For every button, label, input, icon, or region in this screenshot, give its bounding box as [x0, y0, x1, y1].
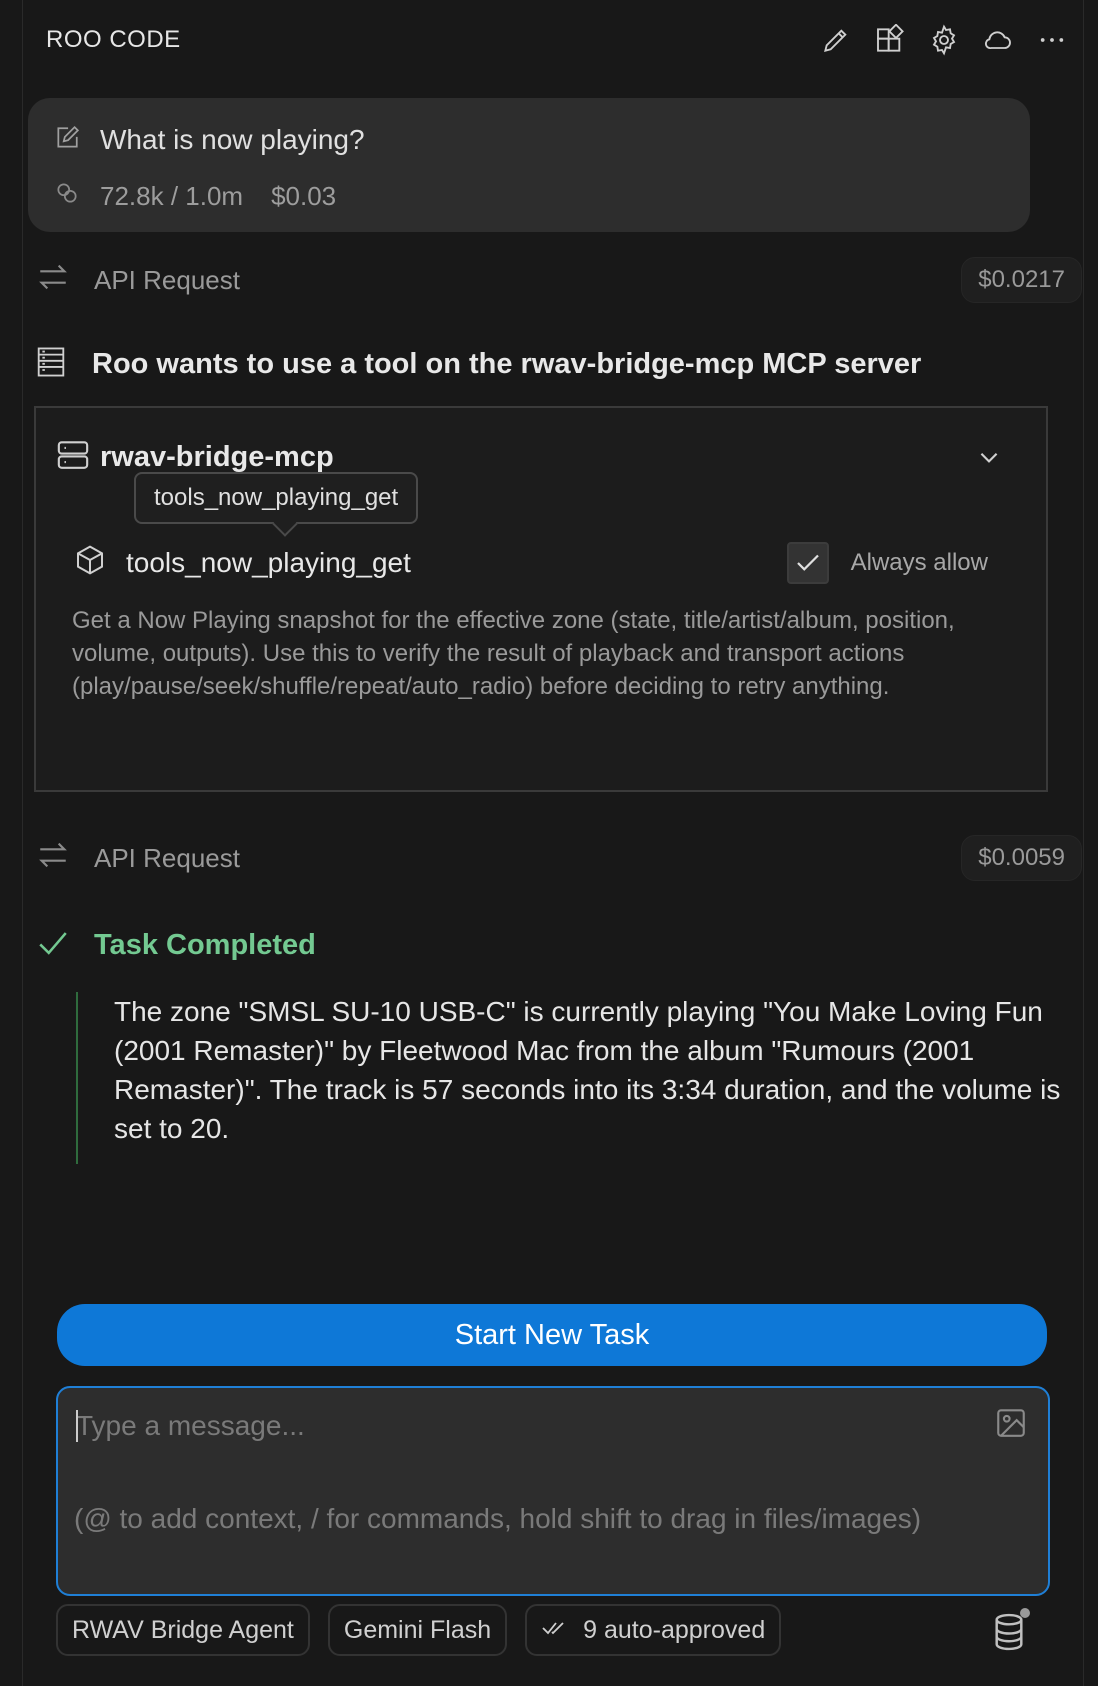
- api-request-row-2[interactable]: API Request $0.0059: [36, 834, 1082, 882]
- always-allow-checkbox[interactable]: [786, 542, 829, 584]
- check-icon: [36, 926, 70, 965]
- always-allow-toggle[interactable]: Always allow: [786, 542, 988, 584]
- always-allow-label: Always allow: [850, 549, 988, 576]
- task-meta-row: 72.8k / 1.0m $0.03: [54, 180, 336, 213]
- context-icon: [54, 180, 80, 213]
- tool-name-tooltip: tools_now_playing_get: [134, 472, 419, 524]
- pencil-icon[interactable]: [820, 24, 852, 56]
- task-title-row: What is now playing?: [54, 124, 365, 156]
- api-request-row-1[interactable]: API Request $0.0217: [36, 256, 1082, 304]
- api-request-cost: $0.0059: [961, 835, 1082, 881]
- cube-icon: [74, 544, 106, 581]
- task-completed-title: Task Completed: [94, 929, 316, 961]
- chat-input-placeholder: Type a message...: [76, 1410, 305, 1441]
- start-new-task-button[interactable]: Start New Task: [57, 1304, 1047, 1366]
- bottom-toolbar: RWAV Bridge Agent Gemini Flash 9 auto-ap…: [56, 1604, 782, 1656]
- api-request-cost: $0.0217: [961, 257, 1082, 303]
- double-check-icon: [541, 1616, 569, 1645]
- image-attach-icon[interactable]: [994, 1406, 1028, 1445]
- tool-row: tools_now_playing_get: [74, 544, 411, 581]
- cloud-icon[interactable]: [982, 24, 1014, 56]
- status-dot: [1020, 1608, 1030, 1618]
- panel-title: ROO CODE: [46, 26, 181, 53]
- header-toolbar: [820, 24, 1068, 56]
- model-selector[interactable]: Gemini Flash: [327, 1604, 508, 1656]
- api-request-label: API Request: [94, 264, 240, 295]
- tool-use-header-text: Roo wants to use a tool on the rwav-brid…: [92, 348, 922, 380]
- server-icon: [56, 438, 90, 477]
- chat-input[interactable]: Type a message... (@ to add context, / f…: [56, 1386, 1050, 1596]
- tool-use-header: Roo wants to use a tool on the rwav-brid…: [36, 346, 921, 383]
- mode-selector[interactable]: RWAV Bridge Agent: [56, 1604, 310, 1656]
- result-accent-bar: [76, 992, 78, 1164]
- auto-approved-label: 9 auto-approved: [583, 1615, 766, 1644]
- mcp-server-name: rwav-bridge-mcp: [100, 441, 334, 473]
- chevron-down-icon[interactable]: [976, 444, 1002, 475]
- panel-header: ROO CODE: [46, 18, 1068, 62]
- arrows-exchange-icon: [36, 260, 70, 301]
- task-completed-header: Task Completed: [36, 926, 316, 965]
- tool-description: Get a Now Playing snapshot for the effec…: [72, 607, 955, 700]
- task-cost: $0.03: [271, 181, 337, 211]
- more-icon[interactable]: [1036, 24, 1068, 56]
- arrows-exchange-icon: [36, 838, 70, 879]
- token-count: 72.8k / 1.0m: [100, 181, 244, 211]
- api-request-label: API Request: [94, 842, 240, 873]
- completion-result-text: The zone "SMSL SU-10 USB-C" is currently…: [114, 996, 1061, 1144]
- mcp-tool-card: rwav-bridge-mcp tools_now_playing_get to…: [34, 406, 1048, 792]
- server-rack-icon: [36, 346, 66, 383]
- edit-icon[interactable]: [54, 125, 80, 156]
- text-caret: [76, 1410, 78, 1442]
- task-title: What is now playing?: [100, 124, 365, 155]
- gear-icon[interactable]: [928, 24, 960, 56]
- auto-approve-selector[interactable]: 9 auto-approved: [525, 1604, 782, 1656]
- tool-name: tools_now_playing_get: [126, 546, 411, 578]
- marketplace-icon[interactable]: [874, 24, 906, 56]
- database-icon[interactable]: [990, 1612, 1028, 1657]
- chat-input-hint: (@ to add context, / for commands, hold …: [74, 1503, 922, 1534]
- task-header-card[interactable]: What is now playing? 72.8k / 1.0m $0.03: [28, 98, 1030, 232]
